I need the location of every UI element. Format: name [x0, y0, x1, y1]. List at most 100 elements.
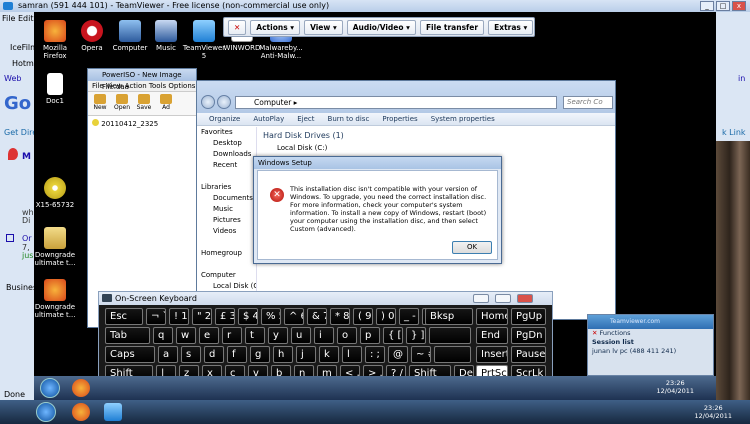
key-f[interactable]: f: [227, 346, 247, 363]
key-symbol[interactable]: : ;: [365, 346, 385, 363]
desktop-icon-doc1[interactable]: Doc1: [33, 73, 77, 105]
key-i[interactable]: i: [314, 327, 334, 344]
host-link-web[interactable]: Web: [4, 74, 21, 83]
key-6[interactable]: ^ 6: [284, 308, 304, 325]
drive-item[interactable]: Local Disk (C:): [277, 144, 344, 152]
key-r[interactable]: r: [222, 327, 242, 344]
cmd-autoplay[interactable]: AutoPlay: [253, 113, 284, 125]
host-menu-file[interactable]: File: [2, 14, 15, 23]
key-u[interactable]: u: [291, 327, 311, 344]
nav-favorites[interactable]: Favorites: [197, 127, 256, 138]
key-p[interactable]: p: [360, 327, 380, 344]
key-0[interactable]: ) 0: [376, 308, 396, 325]
key-symbol[interactable]: ¬ `: [146, 308, 166, 325]
file-transfer-button[interactable]: File transfer: [419, 19, 485, 35]
key-t[interactable]: t: [245, 327, 265, 344]
extras-menu[interactable]: Extras ▾: [488, 19, 534, 35]
add-button[interactable]: Ad: [158, 94, 174, 113]
key-home[interactable]: Home: [476, 308, 508, 325]
fade-button[interactable]: [473, 294, 489, 303]
section-hard-disk-drives[interactable]: Hard Disk Drives (1): [263, 131, 344, 140]
host-menu-edit[interactable]: Edit: [18, 14, 34, 23]
session-entry[interactable]: junan lv pc (488 411 241): [588, 347, 713, 356]
key-a[interactable]: a: [158, 346, 178, 363]
actions-menu[interactable]: Actions ▾: [250, 19, 301, 35]
key-bksp[interactable]: Bksp: [425, 308, 473, 325]
key-2[interactable]: " 2: [192, 308, 212, 325]
key-8[interactable]: * 8: [330, 308, 350, 325]
firefox-icon[interactable]: [72, 403, 90, 421]
audio-video-menu[interactable]: Audio/Video ▾: [346, 19, 416, 35]
functions-row[interactable]: ✕ Functions: [588, 329, 713, 338]
forward-icon[interactable]: [217, 95, 231, 109]
host-link-get-directions[interactable]: Get Dire: [4, 128, 37, 137]
address-bar[interactable]: Computer ▸: [235, 96, 557, 109]
close-icon[interactable]: x: [732, 1, 746, 11]
key-k[interactable]: k: [319, 346, 339, 363]
maximize-icon[interactable]: □: [716, 1, 730, 11]
key-end[interactable]: End: [476, 327, 508, 344]
key-q[interactable]: q: [153, 327, 173, 344]
teamviewer-link[interactable]: Teamviewer.com: [588, 318, 660, 325]
view-menu[interactable]: View ▾: [304, 19, 343, 35]
key-blank[interactable]: [429, 327, 471, 344]
key-insert[interactable]: Insert: [476, 346, 508, 363]
search-input[interactable]: Search Co: [563, 96, 613, 109]
key-pause[interactable]: Pause: [511, 346, 546, 363]
host-bookmark-hotmail[interactable]: Hotm: [12, 59, 34, 68]
key-5[interactable]: % 5: [261, 308, 281, 325]
key-g[interactable]: g: [250, 346, 270, 363]
close-session-button[interactable]: ✕: [228, 19, 247, 35]
nav-music[interactable]: Music: [197, 204, 256, 215]
nav-videos[interactable]: Videos: [197, 226, 256, 237]
cmd-system-properties[interactable]: System properties: [431, 113, 495, 125]
key-tab[interactable]: Tab: [105, 327, 150, 344]
desktop-icon-downgrade-2[interactable]: Downgrade ultimate t...: [33, 279, 77, 319]
poweriso-menu[interactable]: File View Action Tools Options: [88, 81, 196, 92]
key-pgup[interactable]: PgUp: [511, 308, 546, 325]
key-3[interactable]: £ 3: [215, 308, 235, 325]
key-j[interactable]: j: [296, 346, 316, 363]
nav-homegroup[interactable]: Homegroup: [197, 248, 256, 259]
new-button[interactable]: New: [92, 94, 108, 113]
close-icon[interactable]: [517, 294, 533, 303]
key-symbol[interactable]: } ]: [406, 327, 426, 344]
firefox-icon[interactable]: [72, 379, 90, 397]
minimize-icon[interactable]: _: [700, 1, 714, 11]
key-e[interactable]: e: [199, 327, 219, 344]
ok-button[interactable]: OK: [452, 241, 492, 254]
host-link-k-link[interactable]: k Link: [722, 128, 746, 137]
start-orb-icon[interactable]: [40, 378, 60, 398]
key-9[interactable]: ( 9: [353, 308, 373, 325]
cmd-organize[interactable]: Organize: [209, 113, 240, 125]
key-7[interactable]: & 7: [307, 308, 327, 325]
nav-downloads[interactable]: Downloads: [197, 149, 256, 160]
nav-computer[interactable]: Computer: [197, 270, 256, 281]
open-button[interactable]: Open: [114, 94, 130, 113]
nav-pictures[interactable]: Pictures: [197, 215, 256, 226]
key-symbol[interactable]: { [: [383, 327, 403, 344]
save-button[interactable]: Save: [136, 94, 152, 113]
key-o[interactable]: o: [337, 327, 357, 344]
plus-box-icon[interactable]: [6, 234, 14, 242]
key-blank[interactable]: [434, 346, 471, 363]
teamviewer-icon[interactable]: [104, 403, 122, 421]
cmd-properties[interactable]: Properties: [382, 113, 417, 125]
cmd-burn[interactable]: Burn to disc: [328, 113, 370, 125]
host-result-link[interactable]: M: [22, 152, 31, 162]
desktop-icon-x15[interactable]: X15-65732: [33, 177, 77, 209]
key-h[interactable]: h: [273, 346, 293, 363]
key-symbol[interactable]: _ -: [399, 308, 419, 325]
key-4[interactable]: $ 4: [238, 308, 258, 325]
key-symbol[interactable]: @ ': [388, 346, 408, 363]
nav-documents[interactable]: Documents: [197, 193, 256, 204]
key-caps[interactable]: Caps: [105, 346, 155, 363]
key-y[interactable]: y: [268, 327, 288, 344]
nav-libraries[interactable]: Libraries: [197, 182, 256, 193]
desktop-icon-downgrade-1[interactable]: Downgrade ultimate t...: [33, 227, 77, 267]
poweriso-file-item[interactable]: 20110412_2325: [88, 116, 196, 131]
key-w[interactable]: w: [176, 327, 196, 344]
nav-desktop[interactable]: Desktop: [197, 138, 256, 149]
key-s[interactable]: s: [181, 346, 201, 363]
host-link-or[interactable]: Or: [22, 234, 32, 243]
